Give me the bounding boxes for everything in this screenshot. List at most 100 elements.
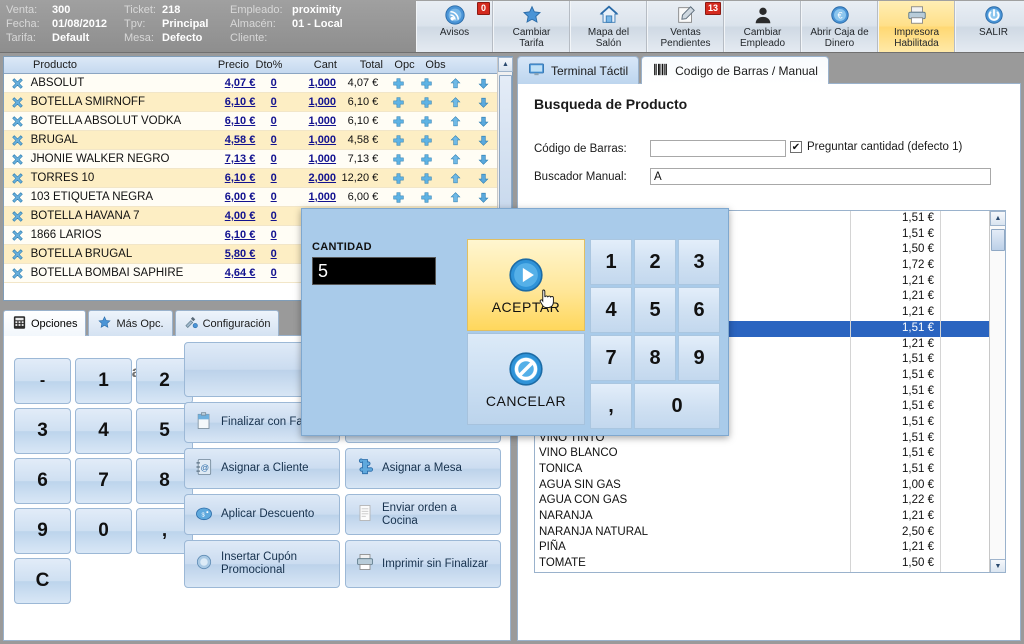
keypad-key-0[interactable]: 0	[75, 508, 132, 554]
tab-mas-opciones[interactable]: Más Opc.	[88, 310, 173, 336]
button-enviar-orden-cocina[interactable]: Enviar orden a Cocina	[345, 494, 501, 535]
cell-precio[interactable]: 6,10 €	[209, 115, 256, 127]
cell-precio[interactable]: 4,64 €	[209, 267, 256, 279]
scroll-up-icon[interactable]: ▲	[498, 57, 513, 72]
table-row[interactable]: BOTELLA ABSOLUT VODKA 6,10 €0 1,000 6,10 €	[4, 112, 498, 131]
obs-plus-icon[interactable]	[413, 96, 441, 109]
modal-keypad-key-6[interactable]: 6	[678, 287, 720, 333]
results-scroll-up-icon[interactable]: ▲	[990, 211, 1005, 226]
obs-plus-icon[interactable]	[413, 134, 441, 147]
keypad-key-minus[interactable]: -	[14, 358, 71, 404]
cell-cant[interactable]: 1,000	[292, 134, 337, 146]
modal-keypad-key-5[interactable]: 5	[634, 287, 676, 333]
cell-dto[interactable]: 0	[255, 248, 292, 260]
barcode-input[interactable]	[650, 140, 786, 157]
modal-keypad-key-1[interactable]: 1	[590, 239, 632, 285]
modal-keypad-key-0[interactable]: 0	[634, 383, 720, 429]
keypad-key-7[interactable]: 7	[75, 458, 132, 504]
button-insertar-cupon[interactable]: Insertar Cupón Promocional	[184, 540, 340, 588]
cell-precio[interactable]: 6,00 €	[209, 191, 256, 203]
move-down-icon[interactable]	[470, 96, 498, 109]
manual-search-input[interactable]	[650, 168, 991, 185]
move-down-icon[interactable]	[470, 134, 498, 147]
keypad-key-9[interactable]: 9	[14, 508, 71, 554]
toolbar-button-cambiar-tarifa[interactable]: Cambiar Tarifa	[493, 1, 570, 52]
modal-keypad-key-2[interactable]: 2	[634, 239, 676, 285]
move-up-icon[interactable]	[441, 115, 469, 128]
obs-plus-icon[interactable]	[413, 191, 441, 204]
cell-cant[interactable]: 1,000	[292, 77, 337, 89]
table-row[interactable]: TORRES 10 6,10 €0 2,000 12,20 €	[4, 169, 498, 188]
list-item[interactable]: VINO BLANCO 1,51 €	[535, 446, 1005, 462]
tab-codigo-barras[interactable]: Codigo de Barras / Manual	[641, 56, 829, 84]
cell-dto[interactable]: 0	[255, 77, 292, 89]
obs-plus-icon[interactable]	[413, 172, 441, 185]
modal-keypad-key-4[interactable]: 4	[590, 287, 632, 333]
cell-dto[interactable]: 0	[255, 267, 292, 279]
opc-plus-icon[interactable]	[384, 134, 412, 147]
button-asignar-cliente[interactable]: @ Asignar a Cliente	[184, 448, 340, 489]
toolbar-button-cambiar-empleado[interactable]: Cambiar Empleado	[724, 1, 801, 52]
cell-cant[interactable]: 1,000	[292, 96, 337, 108]
delete-line-icon[interactable]	[4, 115, 31, 128]
move-up-icon[interactable]	[441, 96, 469, 109]
cell-dto[interactable]: 0	[255, 229, 292, 241]
cell-dto[interactable]: 0	[255, 172, 292, 184]
modal-keypad-key-3[interactable]: 3	[678, 239, 720, 285]
delete-line-icon[interactable]	[4, 267, 31, 280]
move-down-icon[interactable]	[470, 77, 498, 90]
cell-dto[interactable]: 0	[255, 134, 292, 146]
modal-keypad-key-comma[interactable]: ,	[590, 383, 632, 429]
move-up-icon[interactable]	[441, 172, 469, 185]
opc-plus-icon[interactable]	[384, 115, 412, 128]
cell-dto[interactable]: 0	[255, 210, 292, 222]
modal-quantity-input[interactable]: 5	[312, 257, 436, 285]
move-down-icon[interactable]	[470, 191, 498, 204]
modal-accept-button[interactable]: ACEPTAR	[467, 239, 585, 331]
keypad-key-c[interactable]: C	[14, 558, 71, 604]
toolbar-button-salir[interactable]: SALIR	[955, 1, 1024, 52]
table-row[interactable]: JHONIE WALKER NEGRO 7,13 €0 1,000 7,13 €	[4, 150, 498, 169]
tab-opciones[interactable]: Opciones	[3, 310, 87, 336]
cell-precio[interactable]: 4,07 €	[209, 77, 256, 89]
table-row[interactable]: 103 ETIQUETA NEGRA 6,00 €0 1,000 6,00 €	[4, 188, 498, 207]
cell-precio[interactable]: 6,10 €	[209, 172, 256, 184]
button-asignar-mesa[interactable]: Asignar a Mesa	[345, 448, 501, 489]
ask-quantity-checkbox-row[interactable]: ✔ Preguntar cantidad (defecto 1)	[790, 141, 962, 153]
move-down-icon[interactable]	[470, 172, 498, 185]
modal-cancel-button[interactable]: CANCELAR	[467, 333, 585, 425]
modal-keypad-key-8[interactable]: 8	[634, 335, 676, 381]
toolbar-button-mapa-salon[interactable]: Mapa del Salón	[570, 1, 647, 52]
table-row[interactable]: BRUGAL 4,58 €0 1,000 4,58 €	[4, 131, 498, 150]
obs-plus-icon[interactable]	[413, 77, 441, 90]
move-up-icon[interactable]	[441, 153, 469, 166]
delete-line-icon[interactable]	[4, 229, 31, 242]
cell-dto[interactable]: 0	[255, 96, 292, 108]
move-down-icon[interactable]	[470, 153, 498, 166]
move-down-icon[interactable]	[470, 115, 498, 128]
list-item[interactable]: AGUA SIN GAS 1,00 €	[535, 477, 1005, 494]
delete-line-icon[interactable]	[4, 153, 31, 166]
move-up-icon[interactable]	[441, 77, 469, 90]
results-scroll-down-icon[interactable]: ▼	[990, 559, 1005, 572]
table-row[interactable]: BOTELLA SMIRNOFF 6,10 €0 1,000 6,10 €	[4, 93, 498, 112]
keypad-key-3[interactable]: 3	[14, 408, 71, 454]
cell-dto[interactable]: 0	[255, 115, 292, 127]
results-scrollbar[interactable]: ▲ ▼	[989, 211, 1005, 572]
tab-terminal-tactil[interactable]: Terminal Táctil	[517, 56, 640, 84]
toolbar-button-impresora[interactable]: Impresora Habilitada	[878, 1, 955, 52]
cell-cant[interactable]: 1,000	[292, 191, 337, 203]
move-up-icon[interactable]	[441, 134, 469, 147]
list-item[interactable]: NARANJA 1,21 €	[535, 509, 1005, 525]
cell-precio[interactable]: 4,58 €	[209, 134, 256, 146]
tab-configuracion[interactable]: Configuración	[174, 310, 280, 336]
cell-cant[interactable]: 1,000	[292, 115, 337, 127]
delete-line-icon[interactable]	[4, 210, 31, 223]
obs-plus-icon[interactable]	[413, 115, 441, 128]
list-item[interactable]: PIÑA 1,21 €	[535, 540, 1005, 557]
cell-precio[interactable]: 7,13 €	[209, 153, 256, 165]
opc-plus-icon[interactable]	[384, 77, 412, 90]
cell-precio[interactable]: 6,10 €	[209, 229, 256, 241]
results-scrollbar-thumb[interactable]	[991, 229, 1005, 251]
keypad-key-6[interactable]: 6	[14, 458, 71, 504]
